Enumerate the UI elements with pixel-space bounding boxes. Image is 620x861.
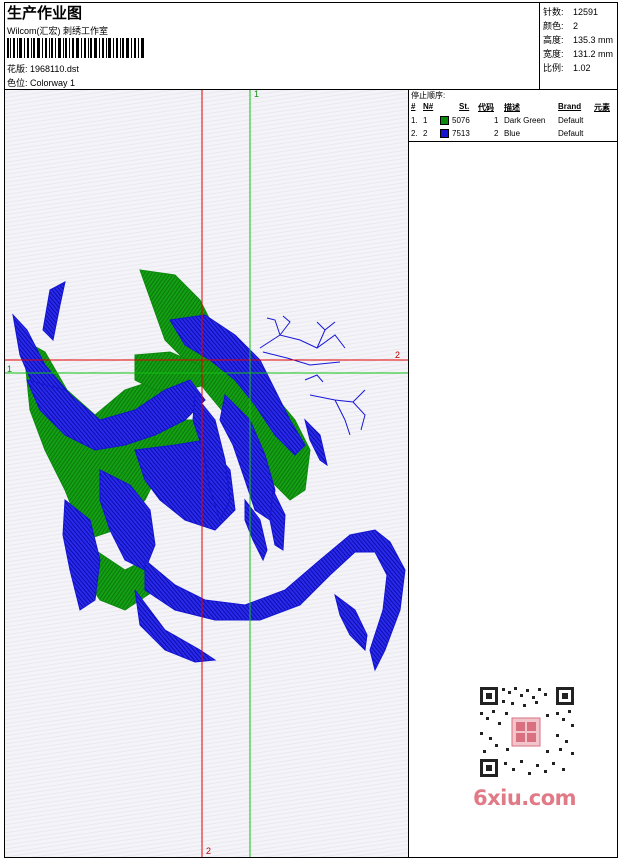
green-axis-label-top: 1 — [254, 90, 260, 99]
sheet-title: 生产作业图 — [7, 5, 83, 22]
col-header-code: 代码 — [478, 103, 494, 112]
sheet-subtitle: Wilcom(汇宏) 刺绣工作室 — [7, 26, 108, 36]
col-header-element: 元素 — [594, 103, 610, 112]
stat-stitches: 针数: 12591 — [543, 7, 599, 17]
row-st: 5076 — [452, 116, 470, 125]
row-code: 1 — [494, 116, 499, 125]
design-file: 花版: 1968110.dst — [7, 62, 79, 75]
row-index: 2. — [411, 129, 418, 138]
row-st: 7513 — [452, 129, 470, 138]
header-info: 生产作业图 Wilcom(汇宏) 刺绣工作室 花版: 1968110.dst 色… — [4, 2, 539, 89]
colorway: 色位: Colorway 1 — [7, 76, 75, 89]
green-axis-label-left: 1 — [7, 364, 13, 374]
row-code: 2 — [494, 129, 499, 138]
site-watermark: 6xiu.com — [473, 786, 577, 810]
green-stitch-region — [22, 269, 311, 611]
col-header-no: N# — [423, 102, 434, 111]
stop-sequence-divider — [409, 141, 618, 142]
panel-divider — [408, 89, 409, 857]
colorway-label: 色位: — [7, 78, 28, 88]
col-header-brand: Brand — [558, 102, 582, 111]
col-header-index: # — [411, 102, 416, 111]
row-brand: Default — [558, 116, 584, 125]
stat-height: 高度: 135.3 mm — [543, 35, 614, 45]
col-header-st: St. — [459, 102, 470, 111]
embroidery-design — [5, 90, 408, 857]
barcode-image — [7, 38, 144, 58]
row-no: 2 — [423, 129, 428, 138]
qr-code-image — [470, 682, 582, 782]
design-canvas: 1 1 2 2 — [5, 90, 408, 857]
row-desc: Blue — [504, 129, 521, 138]
stat-colors: 颜色: 2 — [543, 21, 579, 31]
row-no: 1 — [423, 116, 428, 125]
row-desc: Dark Green — [504, 116, 546, 125]
stats-panel: 针数: 12591 颜色: 2 高度: 135.3 mm 宽度: 131.2 mm 比例… — [539, 2, 619, 89]
row-index: 1. — [411, 116, 418, 125]
col-header-desc: 描述 — [504, 103, 520, 112]
row-brand: Default — [558, 129, 584, 138]
color-swatch-blue — [440, 129, 449, 138]
design-value: 1968110.dst — [30, 64, 79, 74]
stop-sequence-title: 停止顺序: — [411, 91, 446, 100]
color-swatch-green — [440, 116, 449, 125]
red-axis-label-bottom: 2 — [206, 846, 212, 856]
stop-sequence-panel: 停止顺序: # N# St. 代码 描述 Brand 元素 1. 1 5076 … — [409, 90, 617, 143]
colorway-value: Colorway 1 — [30, 78, 76, 88]
stat-width: 宽度: 131.2 mm — [543, 49, 614, 59]
red-axis-label-right: 2 — [395, 350, 401, 360]
stat-scale: 比例: 1.02 — [543, 63, 591, 73]
design-label: 花版: — [7, 64, 28, 74]
